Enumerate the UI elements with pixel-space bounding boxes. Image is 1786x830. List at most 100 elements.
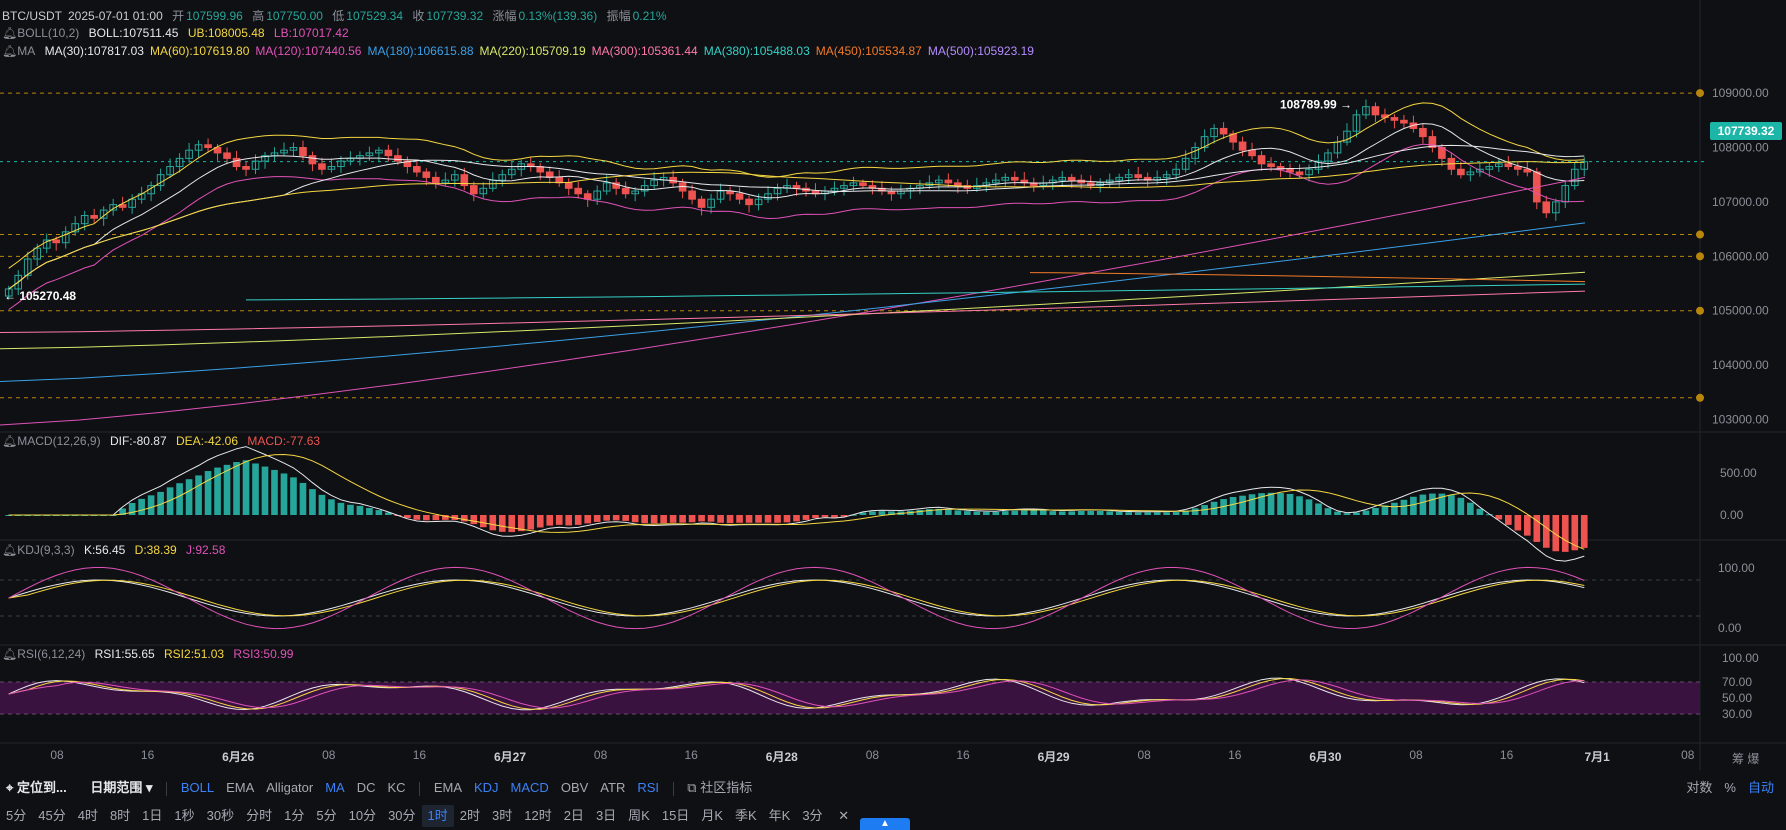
level-dot bbox=[1696, 393, 1704, 402]
macd-bar bbox=[802, 515, 810, 520]
bell-icon[interactable]: 🔔︎ bbox=[2, 26, 17, 40]
interval-tab[interactable]: 1秒 bbox=[168, 805, 200, 827]
candle bbox=[299, 147, 307, 157]
interval-tab[interactable]: 30分 bbox=[382, 805, 421, 827]
candle bbox=[1010, 176, 1019, 181]
interval-tab[interactable]: 3时 bbox=[486, 805, 518, 827]
date-range-button[interactable]: 日期范围 ▾ bbox=[84, 777, 158, 799]
main-indicator-ma-button[interactable]: MA bbox=[319, 777, 351, 799]
scale--button[interactable]: % bbox=[1718, 777, 1742, 799]
macd-bar bbox=[432, 515, 440, 521]
macd-bar bbox=[831, 515, 838, 518]
interval-tab[interactable]: 4时 bbox=[72, 805, 104, 827]
interval-tab[interactable]: 30秒 bbox=[201, 805, 240, 827]
interval-tab[interactable]: 年K bbox=[763, 805, 797, 827]
long-ma-line bbox=[0, 222, 1586, 382]
interval-tab[interactable]: 10分 bbox=[343, 805, 382, 827]
sub-indicator-obv-button[interactable]: OBV bbox=[555, 777, 594, 799]
macd-bar bbox=[242, 460, 250, 515]
bell-icon[interactable]: 🔔︎ bbox=[2, 434, 17, 448]
interval-tab[interactable]: 月K bbox=[695, 805, 729, 827]
community-indicators-button[interactable]: ⧉ 社区指标 bbox=[681, 777, 758, 799]
candle bbox=[574, 187, 583, 195]
macd-bar bbox=[612, 515, 620, 521]
locate-button[interactable]: ⌖ 定位到... bbox=[0, 777, 73, 799]
close-icon[interactable]: ✕ bbox=[832, 805, 855, 827]
interval-tab[interactable]: 5分 bbox=[310, 805, 342, 827]
candle bbox=[422, 171, 431, 178]
ma-item: MA(60):107619.80 bbox=[149, 44, 250, 58]
sub-indicator-kdj-button[interactable]: KDJ bbox=[468, 777, 505, 799]
x-tick-label: 6月29 bbox=[1037, 750, 1070, 764]
interval-tab[interactable]: 分时 bbox=[240, 805, 278, 827]
ma-item: MA(380):105488.03 bbox=[703, 44, 810, 58]
scale--button[interactable]: 对数 bbox=[1680, 777, 1718, 799]
last-price-tag: 107739.32 bbox=[1710, 122, 1782, 140]
interval-tab[interactable]: 12时 bbox=[518, 805, 557, 827]
candle bbox=[1390, 117, 1399, 121]
x-tick-label: 16 bbox=[956, 748, 970, 762]
sub-indicator-rsi-button[interactable]: RSI bbox=[631, 777, 665, 799]
ma-name[interactable]: MA bbox=[17, 44, 35, 58]
bell-icon[interactable]: 🔔︎ bbox=[2, 543, 17, 557]
macd-bar bbox=[669, 515, 677, 523]
macd-bar bbox=[1305, 499, 1313, 515]
interval-tab[interactable]: 1分 bbox=[278, 805, 310, 827]
interval-tab[interactable]: 1时 bbox=[421, 805, 454, 827]
interval-tab[interactable]: 周K bbox=[622, 805, 656, 827]
bell-icon[interactable]: 🔔︎ bbox=[2, 647, 17, 661]
interval-tab[interactable]: 8时 bbox=[104, 805, 136, 827]
macd-name[interactable]: MACD(12,26,9) bbox=[17, 434, 100, 448]
macd-bar bbox=[1514, 515, 1522, 531]
interval-list: 5分 45分 4时 8时 1日 1秒 30秒 分时 1分 5分 10分 30分 1时 2时 3时 12时 2日 3… bbox=[0, 805, 829, 827]
macd-bar bbox=[1153, 512, 1161, 515]
kdj-y-tick: 0.00 bbox=[1718, 621, 1742, 635]
interval-tab[interactable]: 3分 bbox=[796, 805, 828, 827]
interval-tab[interactable]: 2时 bbox=[454, 805, 486, 827]
macd-bar bbox=[1343, 513, 1351, 515]
main-indicators: BOLL EMA Alligator MA DC KC bbox=[175, 780, 412, 795]
rsi-name[interactable]: RSI(6,12,24) bbox=[17, 647, 85, 661]
kdj-name[interactable]: KDJ(9,3,3) bbox=[17, 543, 74, 557]
interval-tab[interactable]: 3日 bbox=[590, 805, 622, 827]
interval-tab[interactable]: 2日 bbox=[558, 805, 590, 827]
candle bbox=[1504, 163, 1513, 168]
candle bbox=[469, 185, 478, 195]
ma-item: MA(30):107817.03 bbox=[44, 44, 144, 58]
sub-indicator-ema-button[interactable]: EMA bbox=[428, 777, 468, 799]
interval-tab[interactable]: 15日 bbox=[656, 805, 695, 827]
macd-bar bbox=[973, 511, 981, 515]
y-tick-label: 105000.00 bbox=[1712, 304, 1769, 318]
scale--button[interactable]: 自动 bbox=[1742, 777, 1780, 799]
boll-name[interactable]: BOLL(10,2) bbox=[17, 26, 79, 40]
right-corner-tools[interactable]: 筹 爆 bbox=[1732, 750, 1759, 767]
interval-tab[interactable]: 45分 bbox=[32, 805, 71, 827]
candle bbox=[1257, 155, 1266, 165]
x-tick-label: 16 bbox=[140, 748, 155, 762]
macd-bar bbox=[1542, 515, 1550, 548]
interval-tab[interactable]: 季K bbox=[729, 805, 763, 827]
sub-indicator-atr-button[interactable]: ATR bbox=[594, 777, 631, 799]
ma-item: MA(450):105534.87 bbox=[815, 44, 922, 58]
open-value: 107599.96 bbox=[186, 9, 243, 23]
interval-tab[interactable]: 5分 bbox=[0, 805, 32, 827]
x-tick-label: 08 bbox=[593, 748, 608, 762]
kdj-j: J:92.58 bbox=[186, 543, 226, 557]
macd-bar bbox=[1523, 515, 1531, 536]
main-indicator-boll-button[interactable]: BOLL bbox=[175, 777, 220, 799]
sub-indicator-macd-button[interactable]: MACD bbox=[505, 777, 555, 799]
main-indicator-kc-button[interactable]: KC bbox=[382, 777, 412, 799]
macd-bar bbox=[869, 511, 876, 515]
macd-hist: MACD:-77.63 bbox=[247, 434, 321, 448]
ma-items: MA(30):107817.03 MA(60):107619.80 MA(120):… bbox=[45, 44, 1040, 58]
main-indicator-ema-button[interactable]: EMA bbox=[220, 777, 260, 799]
main-indicator-dc-button[interactable]: DC bbox=[351, 777, 382, 799]
macd-bar bbox=[584, 515, 592, 524]
main-indicator-alligator-button[interactable]: Alligator bbox=[260, 777, 319, 799]
kdj-y-tick: 100.00 bbox=[1718, 561, 1755, 575]
macd-bar bbox=[1049, 511, 1057, 515]
bell-icon[interactable]: 🔔︎ bbox=[2, 44, 17, 58]
macd-bar bbox=[280, 473, 288, 515]
interval-tab[interactable]: 1日 bbox=[136, 805, 168, 827]
macd-bar bbox=[1267, 492, 1275, 515]
